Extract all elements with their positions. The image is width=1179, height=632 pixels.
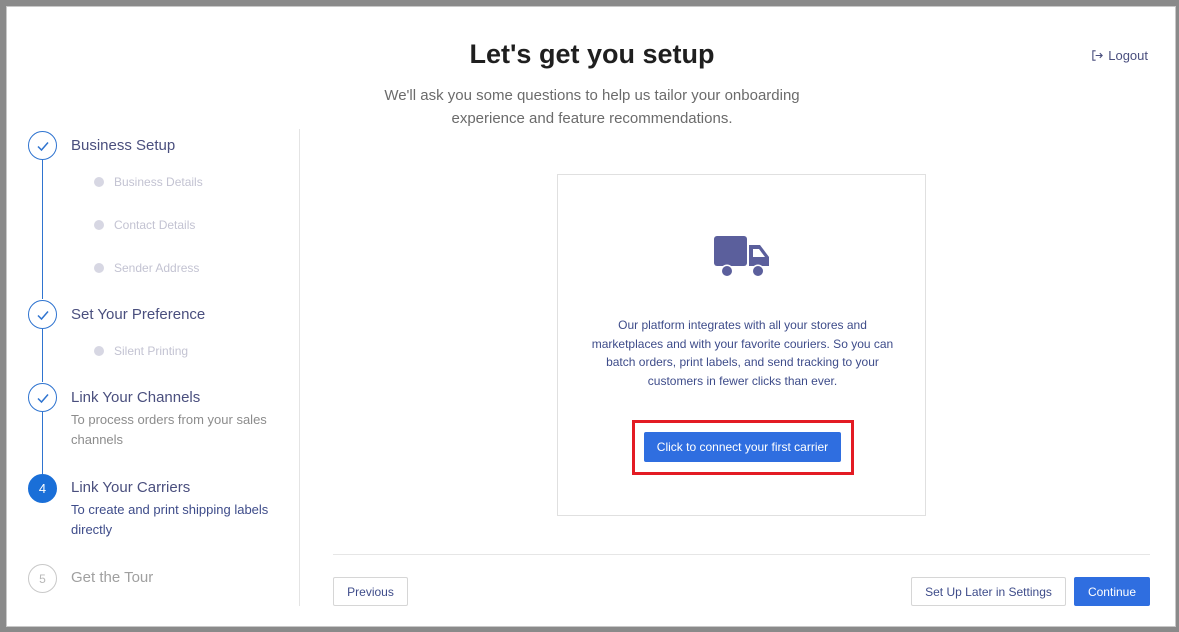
stepper-rail — [42, 412, 43, 474]
page-subtitle: We'll ask you some questions to help us … — [384, 87, 800, 127]
truck-icon — [714, 236, 769, 278]
sub-step-contact-details: Contact Details — [94, 218, 195, 232]
sub-step-silent-printing: Silent Printing — [94, 344, 188, 358]
logout-icon — [1092, 50, 1104, 61]
continue-button[interactable]: Continue — [1074, 577, 1150, 606]
sub-step-sender-address: Sender Address — [94, 261, 199, 275]
carrier-card: Our platform integrates with all your st… — [557, 174, 926, 516]
step-4-number-badge: 4 — [28, 474, 57, 503]
stepper-rail — [42, 159, 43, 299]
step-title-link-your-channels[interactable]: Link Your Channels — [71, 389, 200, 406]
setup-modal: Let's get you setup We'll ask you some q… — [6, 6, 1176, 627]
step-1-check-icon — [28, 131, 57, 160]
page-title: Let's get you setup — [469, 39, 715, 69]
sub-step-business-details: Business Details — [94, 175, 203, 189]
step-description-carriers: To create and print shipping labels dire… — [71, 502, 269, 537]
sub-step-dot — [94, 346, 104, 356]
step-title-get-the-tour[interactable]: Get the Tour — [71, 569, 153, 586]
setup-later-button[interactable]: Set Up Later in Settings — [911, 577, 1066, 606]
sidebar-divider — [299, 129, 300, 606]
step-3-check-icon — [28, 383, 57, 412]
sub-step-dot — [94, 220, 104, 230]
logout-label: Logout — [1108, 48, 1148, 63]
step-2-check-icon — [28, 300, 57, 329]
step-title-link-your-carriers[interactable]: Link Your Carriers — [71, 479, 190, 496]
carrier-card-description: Our platform integrates with all your st… — [591, 318, 894, 388]
previous-button[interactable]: Previous — [333, 577, 408, 606]
step-title-set-your-preference[interactable]: Set Your Preference — [71, 306, 205, 323]
step-description-channels: To process orders from your sales channe… — [71, 412, 267, 447]
footer-divider — [333, 554, 1150, 555]
sub-step-dot — [94, 263, 104, 273]
step-title-business-setup[interactable]: Business Setup — [71, 137, 175, 154]
stepper-rail — [42, 329, 43, 382]
step-5-number-badge: 5 — [28, 564, 57, 593]
sub-step-dot — [94, 177, 104, 187]
connect-carrier-button[interactable]: Click to connect your first carrier — [644, 432, 841, 462]
logout-link[interactable]: Logout — [1091, 48, 1148, 63]
